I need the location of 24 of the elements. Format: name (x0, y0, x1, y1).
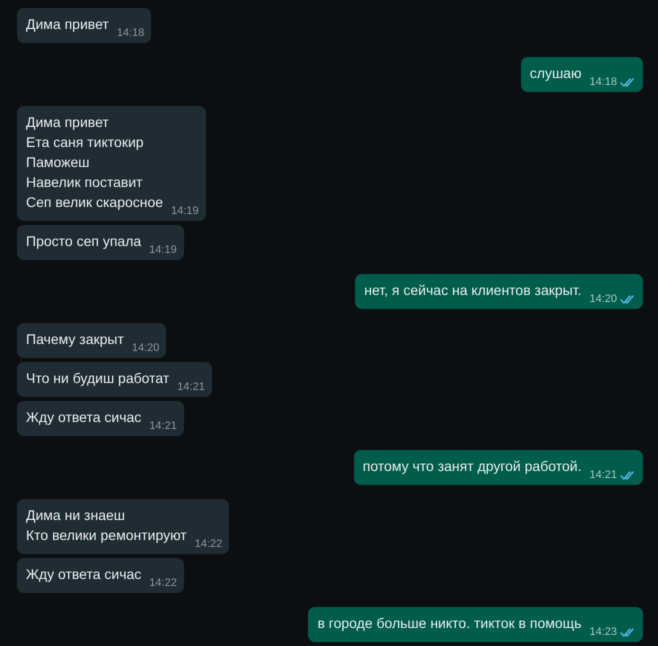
message-text: в городе больше никто. тикток в помощь (317, 614, 582, 633)
message-time: 14:18 (116, 27, 144, 39)
message-time: 14:20 (132, 342, 160, 354)
message-text: потому что занят другой работой. (362, 457, 582, 476)
message-text: Дима привет Ета саня тиктокир Паможеш Навелик поставит Сеп велик скаросное (26, 113, 164, 212)
message-text: слушаю (530, 64, 582, 83)
message-time: 14:22 (194, 538, 222, 550)
message-time: 14:21 (149, 420, 177, 432)
message-time: 14:19 (171, 205, 199, 217)
message-text: Дима привет (26, 15, 109, 34)
message-text: Просто сеп упала (26, 232, 142, 251)
message-time: 14:21 (177, 381, 205, 393)
message-time: 14:22 (149, 577, 177, 589)
message-time: 14:18 (589, 76, 617, 88)
message-time: 14:19 (149, 244, 177, 256)
message-time: 14:21 (589, 469, 617, 481)
message-text: Жду ответа сичас (26, 408, 142, 427)
message-text: Жду ответа сичас (26, 565, 142, 584)
message-text: Что ни будиш работат (26, 369, 170, 388)
message-text: нет, я сейчас на клиентов закрыт. (364, 281, 582, 300)
message-text: Пачему закрыт (26, 330, 124, 349)
message-time: 14:20 (589, 293, 617, 305)
message-time: 14:23 (589, 626, 617, 638)
message-text: Дима ни знаеш Кто велики ремонтируют (26, 506, 187, 545)
